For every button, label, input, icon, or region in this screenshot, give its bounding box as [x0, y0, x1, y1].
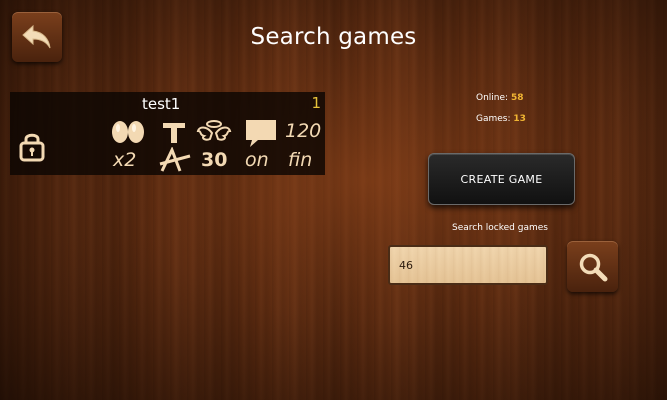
wings-icon [196, 120, 232, 141]
search-input[interactable] [388, 245, 548, 285]
option-multiplier: x2 [113, 149, 137, 171]
option-count: 120 [285, 120, 322, 142]
letter-t-icon [163, 123, 185, 143]
online-stat: Online: 58 [476, 88, 526, 109]
option-mode: on [245, 149, 269, 171]
online-value: 58 [510, 93, 524, 103]
speech-bubble-icon [246, 120, 276, 147]
search-label: Search locked games [452, 223, 548, 233]
game-number: 1 [311, 94, 321, 112]
search-button[interactable] [567, 241, 618, 292]
games-stat: Games: 13 [476, 109, 526, 130]
option-time: 30 [201, 149, 228, 171]
game-name: test1 [142, 95, 181, 113]
crossed-a-icon [159, 147, 191, 172]
games-label: Games: [476, 114, 511, 124]
online-label: Online: [476, 93, 509, 103]
magnifier-icon [579, 253, 607, 281]
lock-icon [19, 133, 45, 162]
create-game-button[interactable]: CREATE GAME [428, 153, 575, 205]
games-value: 13 [513, 114, 526, 124]
eggs-icon [112, 121, 144, 143]
option-ending: fin [288, 149, 313, 171]
page-title: Search games [250, 24, 417, 50]
game-list-item[interactable]: test1 1 120 x2 30 on fin [10, 92, 325, 175]
stats-panel: Online: 58 Games: 13 [476, 88, 526, 130]
